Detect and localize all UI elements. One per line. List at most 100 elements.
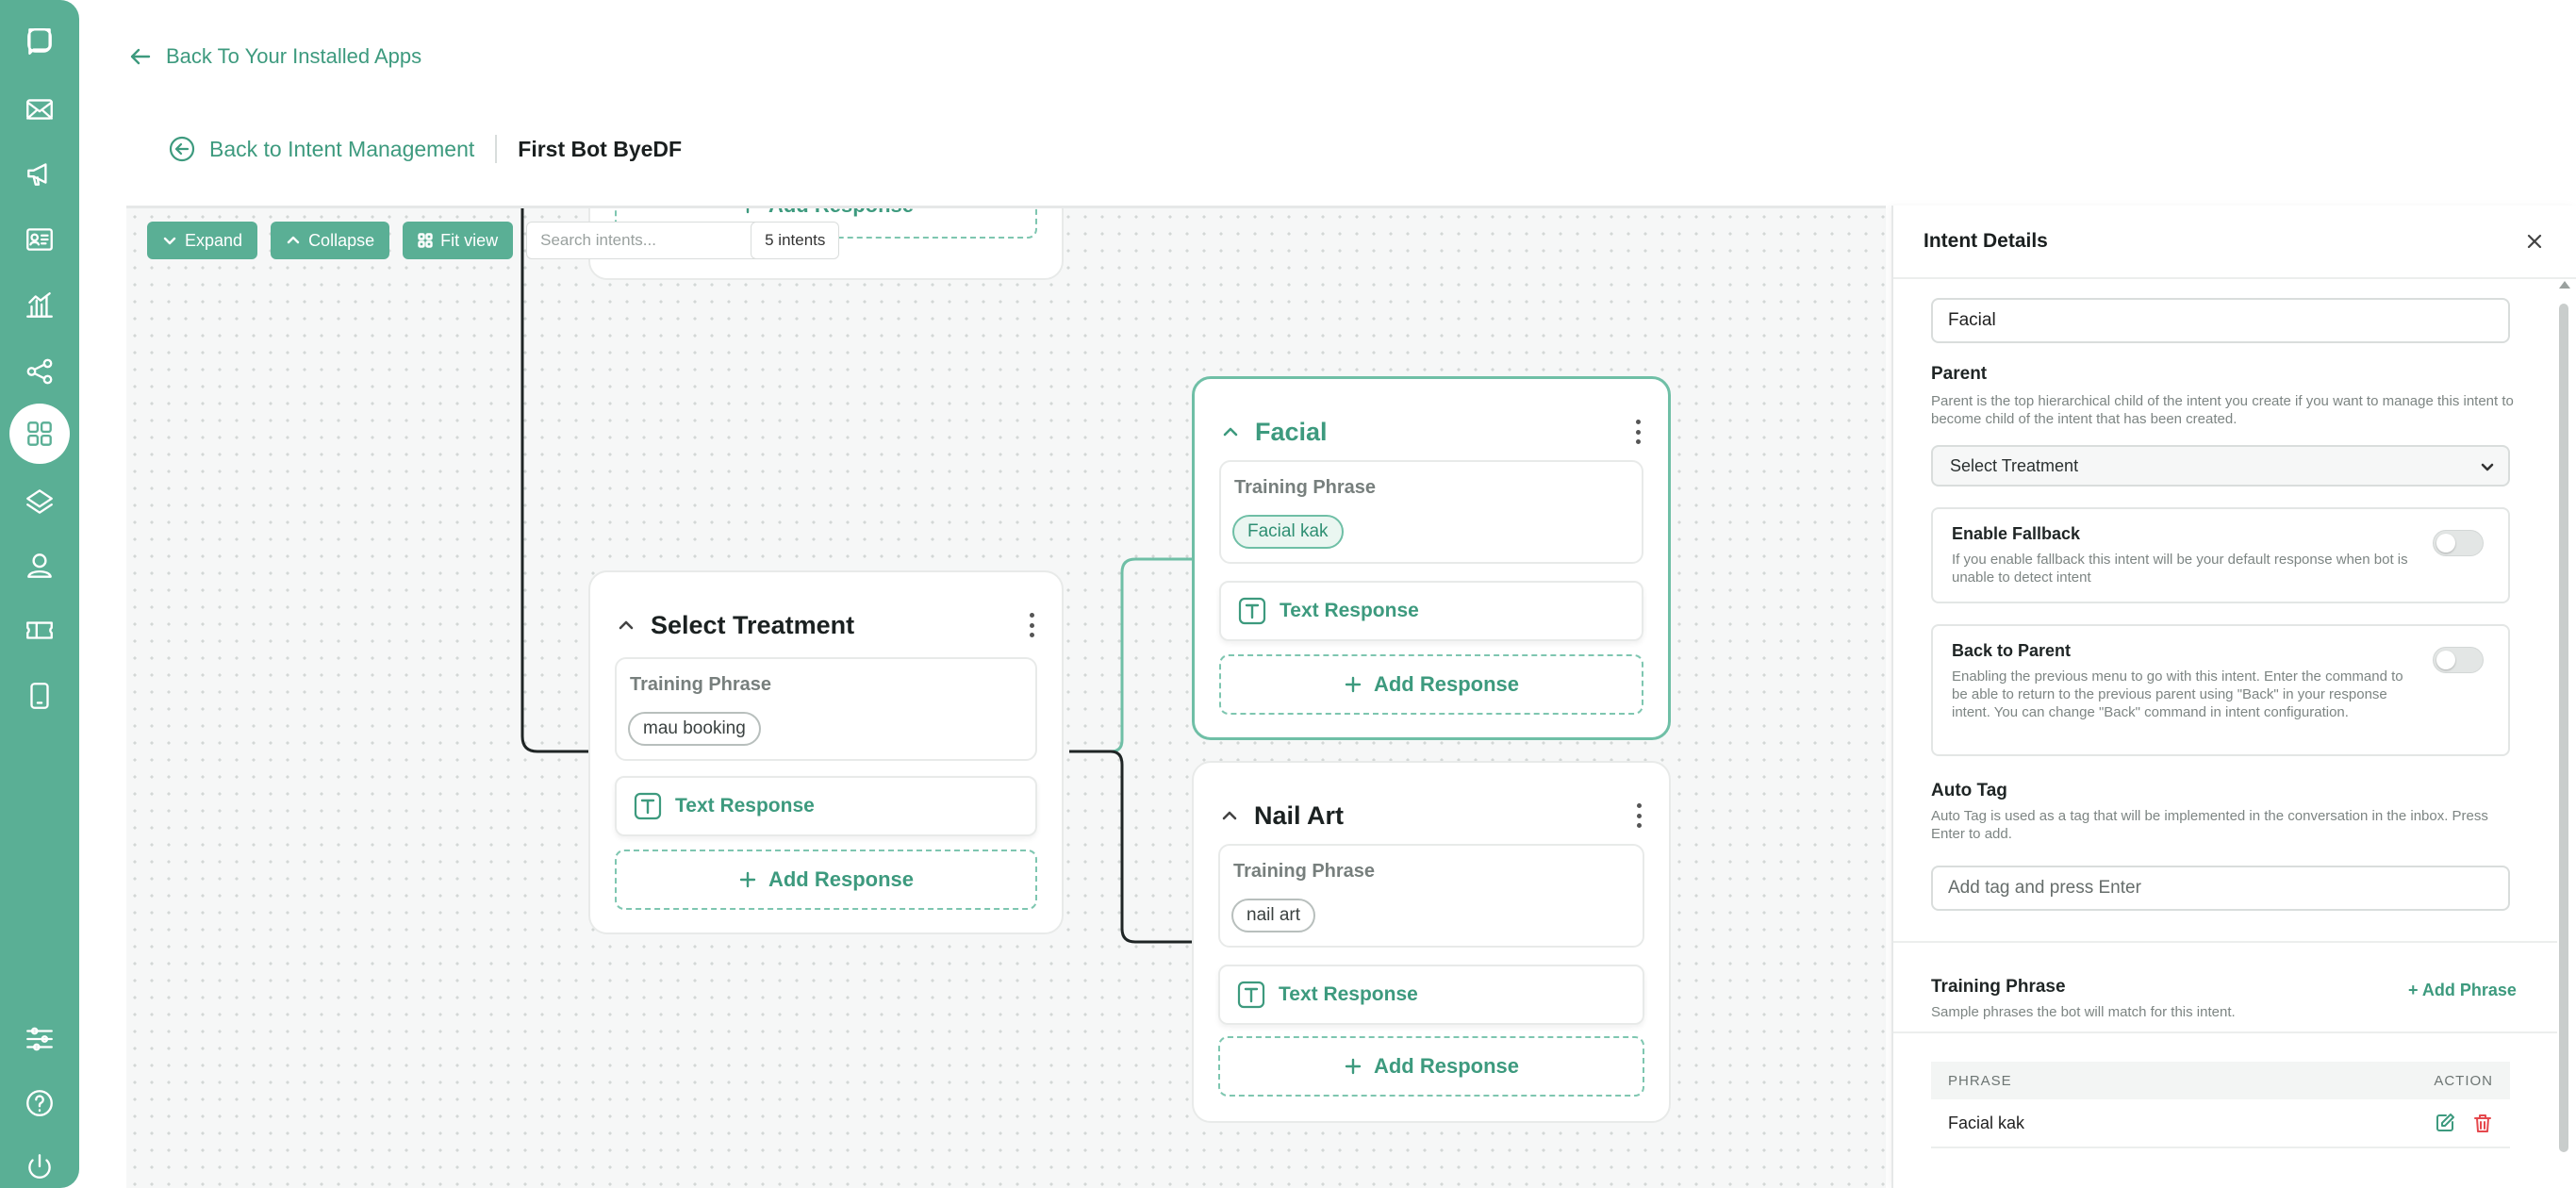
user-icon[interactable] [9,536,70,596]
training-phrase-section-label: Training Phrase [1931,977,2066,997]
contact-card-icon[interactable] [9,209,70,270]
breadcrumb: Back to Intent Management First Bot ByeD… [168,130,682,168]
expand-button[interactable]: Expand [147,222,258,259]
intent-name-input[interactable]: Facial [1931,298,2510,343]
mobile-icon[interactable] [9,666,70,726]
intent-count-badge: 5 intents [751,222,840,259]
more-vertical-icon[interactable] [1028,613,1035,637]
text-response-item[interactable]: Text Response [615,776,1037,836]
col-phrase-header: PHRASE [1948,1072,2012,1089]
ticket-icon[interactable] [9,600,70,660]
settings-sliders-icon[interactable] [9,1009,70,1069]
circle-arrow-left-icon [169,136,195,162]
fit-view-label: Fit view [440,230,499,250]
app-root: Back To Your Installed Apps Back to Inte… [0,0,2576,1188]
fallback-card: Enable Fallback If you enable fallback t… [1931,507,2510,603]
back-to-apps-link[interactable]: Back To Your Installed Apps [128,38,421,75]
back-to-parent-card: Back to Parent Enabling the previous men… [1931,624,2510,756]
expand-label: Expand [185,230,243,250]
parent-select[interactable]: Select Treatment [1931,445,2510,487]
phrase-chip[interactable]: Facial kak [1232,515,1344,549]
back-to-apps-label: Back To Your Installed Apps [166,44,422,68]
fallback-toggle[interactable] [2433,530,2484,556]
auto-tag-description: Auto Tag is used as a tag that will be i… [1931,808,2488,842]
auto-tag-input[interactable]: Add tag and press Enter [1931,866,2510,911]
back-to-parent-description: Enabling the previous menu to go with th… [1952,668,2403,720]
chevron-up-icon[interactable] [1220,806,1239,825]
close-icon[interactable] [2525,232,2544,251]
parent-label: Parent [1931,364,1988,384]
apps-grid-icon[interactable] [9,404,70,464]
flow-canvas[interactable]: Add Response Select Treatment Training P… [126,206,1886,1188]
plus-icon [1345,1058,1362,1075]
scroll-up-icon[interactable] [2559,281,2570,289]
phrase-chip[interactable]: nail art [1231,899,1316,932]
text-type-icon [1238,597,1266,625]
mail-icon[interactable] [9,79,70,140]
megaphone-icon[interactable] [9,143,70,204]
search-intents-input[interactable]: Search intents... [526,222,763,259]
parent-description: Parent is the top hierarchical child of … [1931,393,2514,427]
fit-view-button[interactable]: Fit view [403,222,514,259]
fallback-title: Enable Fallback [1952,524,2081,543]
trash-icon[interactable] [2472,1113,2493,1133]
page-title: First Bot ByeDF [518,136,683,161]
parent-selected-value: Select Treatment [1950,455,2079,475]
training-phrase-box: Training Phrase nail art [1218,844,1644,948]
training-phrase-box: Training Phrase mau booking [615,657,1037,761]
table-row: Facial kak [1931,1099,2510,1148]
scroll-thumb[interactable] [2559,304,2568,1152]
back-to-intent-label: Back to Intent Management [209,136,475,161]
training-phrase-box: Training Phrase Facial kak [1219,460,1643,564]
share-flow-icon[interactable] [9,341,70,402]
panel-divider [1893,277,2576,279]
chevron-up-icon[interactable] [617,616,636,635]
add-phrase-button[interactable]: + Add Phrase [2408,981,2517,1000]
plus-icon [746,208,750,214]
intent-node-nail-art[interactable]: Nail Art Training Phrase nail art Text R… [1192,761,1671,1123]
text-response-label: Text Response [1279,983,1418,1005]
analytics-icon[interactable] [9,275,70,336]
col-action-header: ACTION [2434,1072,2493,1089]
sidebar [0,0,79,1188]
chevron-down-icon [163,237,176,245]
training-phrase-label: Training Phrase [630,674,772,695]
text-response-item[interactable]: Text Response [1218,965,1644,1025]
add-response-label: Add Response [768,867,915,891]
training-phrase-section-description: Sample phrases the bot will match for th… [1931,1004,2236,1020]
intent-node-facial[interactable]: Facial Training Phrase Facial kak Text R… [1192,376,1671,740]
text-response-label: Text Response [675,795,815,817]
more-vertical-icon[interactable] [1635,803,1643,828]
text-response-item[interactable]: Text Response [1219,581,1643,641]
text-response-label: Text Response [1280,600,1419,621]
fallback-description: If you enable fallback this intent will … [1952,552,2408,586]
phrase-table: PHRASE ACTION Facial kak [1931,1062,2510,1148]
add-response-button[interactable]: Add Response [615,850,1037,910]
node-header: Select Treatment [617,608,1035,642]
chevron-up-icon[interactable] [1221,422,1240,441]
add-response-button[interactable]: Add Response [1218,1036,1644,1097]
section-divider [1893,1031,2557,1033]
add-response-label: Add Response [1373,1054,1520,1078]
plus-icon [739,871,756,888]
row-actions [2435,1113,2493,1133]
chat-bubble-icon[interactable] [9,11,70,72]
back-to-intent-link[interactable]: Back to Intent Management [168,135,474,163]
edit-icon[interactable] [2435,1113,2455,1133]
layers-icon[interactable] [9,471,70,532]
panel-scrollbar[interactable] [2557,281,2570,1181]
node-title: Select Treatment [651,610,855,639]
phrase-chip[interactable]: mau booking [628,712,761,746]
add-response-button[interactable]: Add Response [1219,654,1643,715]
power-icon[interactable] [9,1137,70,1188]
help-icon[interactable] [9,1073,70,1133]
collapse-button[interactable]: Collapse [271,222,390,259]
arrow-left-icon [130,48,151,65]
breadcrumb-separator [495,135,498,163]
node-title: Nail Art [1254,800,1345,830]
more-vertical-icon[interactable] [1634,420,1642,444]
add-response-label: Add Response [1373,672,1520,696]
back-to-parent-toggle[interactable] [2433,647,2484,673]
intent-node-select-treatment[interactable]: Select Treatment Training Phrase mau boo… [588,570,1064,934]
training-phrase-label: Training Phrase [1234,477,1377,498]
